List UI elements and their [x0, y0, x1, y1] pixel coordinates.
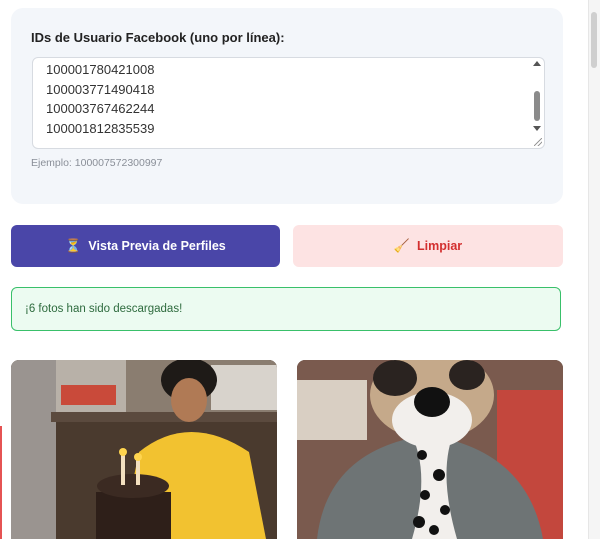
- textarea-resize-handle[interactable]: [534, 138, 542, 146]
- example-hint: Ejemplo: 100007572300997: [31, 157, 163, 169]
- page-scrollbar-thumb[interactable]: [591, 12, 597, 68]
- ids-lines: 100001780421008 100003771490418 10000376…: [46, 60, 522, 138]
- hourglass-icon: ⏳: [65, 238, 82, 253]
- success-message: ¡6 fotos han sido descargadas!: [25, 303, 183, 315]
- ids-textarea[interactable]: 100001780421008 100003771490418 10000376…: [32, 57, 545, 149]
- clear-label: Limpiar: [417, 239, 463, 253]
- textarea-scroll-down-icon[interactable]: [533, 126, 541, 131]
- ids-label: IDs de Usuario Facebook (uno por línea):: [31, 30, 285, 45]
- photo-card[interactable]: [11, 360, 277, 539]
- photo-birthday-image: [11, 360, 277, 539]
- left-edge-border: [0, 426, 2, 539]
- ids-line: 100003767462244: [46, 101, 155, 116]
- textarea-scroll-up-icon[interactable]: [533, 61, 541, 66]
- page-scrollbar[interactable]: [588, 0, 600, 539]
- clear-button[interactable]: 🧹 Limpiar: [293, 225, 563, 267]
- photo-card[interactable]: [297, 360, 563, 539]
- ids-line: 100003771490418: [46, 81, 155, 97]
- textarea-scrollbar-thumb[interactable]: [534, 91, 540, 121]
- success-alert: ¡6 fotos han sido descargadas!: [11, 287, 561, 331]
- photo-dog-filter-image: [297, 360, 563, 539]
- ids-line: 100001780421008: [46, 62, 155, 77]
- ids-line: 100001812835539: [46, 120, 155, 136]
- preview-profiles-label: Vista Previa de Perfiles: [88, 239, 226, 253]
- broom-icon: 🧹: [393, 238, 411, 253]
- preview-profiles-button[interactable]: ⏳ Vista Previa de Perfiles: [11, 225, 280, 267]
